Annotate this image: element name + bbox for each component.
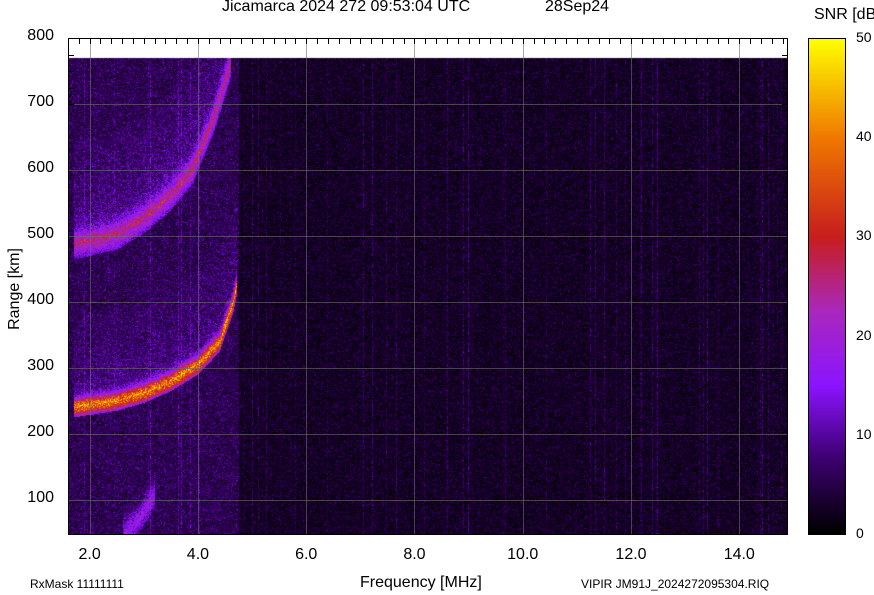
x-tick-label: 12.0: [615, 546, 647, 563]
y-tick-label: 300: [27, 357, 54, 374]
y-tick-label: 400: [27, 291, 54, 308]
colorbar-tick-label: 50: [856, 29, 872, 45]
y-tick-label: 800: [27, 27, 54, 44]
y-tick-label: 200: [27, 423, 54, 441]
chart-date: 28Sep24: [545, 0, 610, 15]
colorbar: [808, 38, 846, 535]
file-name-text: VIPIR JM91J_2024272095304.RIQ: [581, 577, 770, 591]
colorbar-tick-label: 0: [856, 525, 864, 541]
y-tick-label: 700: [27, 93, 54, 110]
x-tick-label: 10.0: [507, 546, 539, 563]
rx-mask-text: RxMask 11111111: [30, 577, 124, 591]
y-tick-label: 600: [27, 159, 54, 176]
colorbar-tick-label: 20: [856, 326, 872, 343]
colorbar-tick-label: 30: [856, 227, 872, 244]
x-tick-label: 14.0: [723, 546, 755, 563]
chart-title: Jicamarca 2024 272 09:53:04 UTC: [222, 0, 471, 15]
colorbar-label: SNR [dB]: [814, 6, 874, 23]
y-tick-label: 100: [27, 489, 54, 507]
y-tick-label: 500: [27, 225, 54, 242]
x-axis-label: Frequency [MHz]: [360, 574, 482, 591]
colorbar-tick-label: 40: [856, 128, 872, 145]
x-tick-label: 6.0: [295, 546, 318, 563]
x-tick-label: 2.0: [78, 546, 101, 563]
plot-grid: [68, 38, 788, 535]
x-tick-label: 4.0: [186, 546, 210, 563]
colorbar-tick-label: 10: [856, 425, 872, 442]
x-tick-label: 8.0: [403, 546, 426, 563]
y-axis-label: Range [km]: [6, 248, 23, 330]
